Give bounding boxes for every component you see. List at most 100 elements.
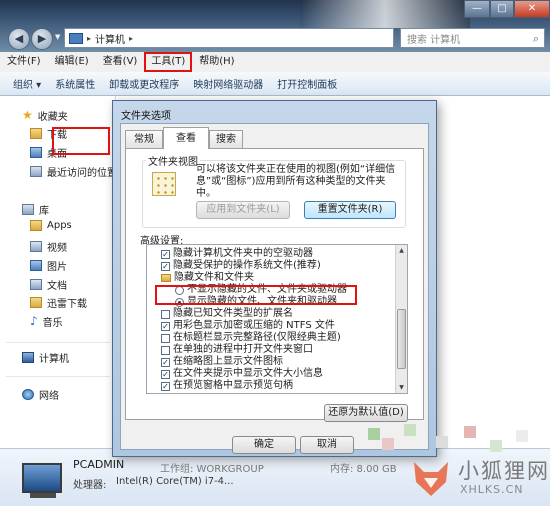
map-network-drive-button[interactable]: 映射网络驱动器: [186, 76, 270, 91]
list-item[interactable]: 在单独的进程中打开文件夹窗口: [161, 344, 313, 356]
sidebar-item-pictures[interactable]: 图片: [30, 258, 67, 273]
uninstall-program-button[interactable]: 卸载或更改程序: [102, 76, 186, 91]
chevron-right-icon[interactable]: ▸: [87, 34, 91, 43]
checkbox[interactable]: [161, 333, 170, 343]
open-control-panel-button[interactable]: 打开控制面板: [270, 76, 344, 91]
close-button[interactable]: ✕: [514, 0, 550, 18]
watermark-text-cn: 小狐狸网: [458, 459, 550, 483]
memory-text: 内存: 8.00 GB: [330, 464, 397, 475]
folder-icon: [161, 274, 171, 282]
list-item[interactable]: ✓ 隐藏受保护的操作系统文件(推荐): [161, 260, 321, 272]
reset-folders-button[interactable]: 重置文件夹(R): [304, 201, 396, 219]
checkbox[interactable]: [161, 345, 170, 355]
processor-label: 处理器:: [73, 480, 107, 491]
watermark-tile: [404, 424, 416, 436]
tab-search[interactable]: 搜索: [209, 130, 243, 148]
sidebar-item-label: 视频: [47, 243, 67, 254]
list-item-label: 在标题栏显示完整路径(仅限经典主题): [173, 332, 341, 343]
menu-edit[interactable]: 编辑(E): [48, 52, 96, 72]
apply-to-folders-button[interactable]: 应用到文件夹(L): [196, 201, 290, 219]
recent-pages-dropdown-icon[interactable]: ▼: [55, 33, 60, 41]
documents-library-icon: [30, 279, 42, 290]
sidebar-item-label: 网络: [39, 391, 59, 402]
sidebar-item-favorites[interactable]: ★ 收藏夹: [22, 108, 68, 123]
watermark-mosaic: [340, 416, 540, 456]
sidebar-item-recent-places[interactable]: 最近访问的位置: [30, 164, 117, 179]
minimize-button[interactable]: —: [464, 0, 490, 18]
list-item[interactable]: ✓ 在文件夹提示中显示文件大小信息: [161, 368, 323, 380]
watermark-tile: [436, 436, 448, 448]
maximize-button[interactable]: □: [490, 0, 514, 18]
sidebar-item-apps[interactable]: Apps: [30, 220, 72, 231]
menu-tools[interactable]: 工具(T): [144, 52, 193, 72]
downloads-folder-icon: [30, 128, 42, 139]
checkbox-checked[interactable]: ✓: [161, 381, 170, 391]
address-crumb-computer[interactable]: 计算机: [95, 31, 125, 46]
list-item[interactable]: ✓ 在预览窗格中显示预览句柄: [161, 380, 293, 392]
search-input[interactable]: 搜索 计算机 ⌕: [400, 28, 545, 48]
checkbox-checked[interactable]: ✓: [161, 321, 170, 331]
sidebar-item-label: 收藏夹: [37, 112, 68, 123]
sidebar-item-network[interactable]: 网络: [22, 387, 59, 402]
sidebar-item-label: 库: [39, 206, 49, 217]
organize-button[interactable]: 组织 ▾: [6, 76, 48, 91]
tab-general[interactable]: 常规: [125, 130, 163, 148]
sidebar-item-libraries[interactable]: 库: [22, 202, 49, 217]
sidebar-item-computer[interactable]: 计算机: [22, 350, 69, 365]
tab-highlight-box: [52, 127, 110, 155]
vertical-scrollbar[interactable]: ▲ ▼: [395, 245, 407, 393]
sidebar-item-music[interactable]: ♪ 音乐: [30, 314, 63, 329]
workgroup-text: 工作组: WORKGROUP: [160, 464, 264, 475]
menu-bar: 文件(F) 编辑(E) 查看(V) 工具(T) 帮助(H): [0, 52, 550, 73]
recent-places-icon: [30, 166, 42, 177]
sidebar-item-xunlei-downloads[interactable]: 迅雷下载: [30, 295, 87, 310]
list-item[interactable]: ✓ 隐藏计算机文件夹中的空驱动器: [161, 248, 313, 260]
folder-icon: [30, 297, 42, 308]
list-item-label: 隐藏已知文件类型的扩展名: [173, 308, 293, 319]
address-bar[interactable]: ▸ 计算机 ▸: [64, 28, 394, 48]
chevron-right-icon[interactable]: ▸: [129, 34, 133, 43]
menu-view[interactable]: 查看(V): [96, 52, 145, 72]
advanced-settings-list[interactable]: ✓ 隐藏计算机文件夹中的空驱动器 ✓ 隐藏受保护的操作系统文件(推荐) 隐藏文件…: [146, 244, 408, 394]
watermark-tile: [382, 438, 394, 450]
sidebar-item-label: 文档: [47, 281, 67, 292]
computer-icon: [22, 352, 34, 363]
list-item[interactable]: 隐藏文件和文件夹: [161, 272, 254, 284]
folder-views-description: 可以将该文件夹正在使用的视图(例如“详细信息”或“图标”)应用到所有这种类型的文…: [196, 164, 396, 199]
dialog-title: 文件夹选项: [121, 111, 171, 122]
forward-button[interactable]: ▶: [31, 28, 53, 50]
search-icon[interactable]: ⌕: [533, 32, 539, 46]
scroll-down-icon[interactable]: ▼: [396, 382, 407, 393]
pictures-library-icon: [30, 260, 42, 271]
watermark-tile: [490, 440, 502, 452]
checkbox-checked[interactable]: ✓: [161, 369, 170, 379]
checkbox-checked[interactable]: ✓: [161, 249, 170, 259]
library-icon: [22, 204, 34, 215]
list-item[interactable]: ✓ 用彩色显示加密或压缩的 NTFS 文件: [161, 320, 335, 332]
tab-view[interactable]: 查看: [163, 127, 209, 149]
list-item[interactable]: 在标题栏显示完整路径(仅限经典主题): [161, 332, 341, 344]
ok-button[interactable]: 确定: [232, 436, 296, 454]
sidebar-item-videos[interactable]: 视频: [30, 239, 67, 254]
selected-option-highlight-box: [155, 285, 357, 305]
back-button[interactable]: ◀: [8, 28, 30, 50]
system-properties-button[interactable]: 系统属性: [48, 76, 102, 91]
sidebar-item-label: Apps: [47, 220, 72, 231]
command-bar: 组织 ▾ 系统属性 卸载或更改程序 映射网络驱动器 打开控制面板: [0, 72, 550, 96]
menu-file[interactable]: 文件(F): [0, 52, 48, 72]
scrollbar-thumb[interactable]: [397, 309, 406, 369]
scroll-up-icon[interactable]: ▲: [396, 245, 407, 256]
list-item[interactable]: ✓ 在缩略图上显示文件图标: [161, 356, 283, 368]
checkbox-checked[interactable]: ✓: [161, 357, 170, 367]
list-item[interactable]: 隐藏已知文件类型的扩展名: [161, 308, 293, 320]
background-photo: [300, 0, 470, 28]
menu-help[interactable]: 帮助(H): [192, 52, 241, 72]
checkbox-checked[interactable]: ✓: [161, 261, 170, 271]
sidebar-item-documents[interactable]: 文档: [30, 277, 67, 292]
desktop-icon: [30, 147, 42, 158]
folder-views-label: 文件夹视图: [146, 153, 200, 168]
checkbox[interactable]: [161, 309, 170, 319]
watermark-tile: [368, 428, 380, 440]
sidebar-item-label: 音乐: [42, 318, 63, 329]
list-item-label: 在缩略图上显示文件图标: [173, 356, 283, 367]
